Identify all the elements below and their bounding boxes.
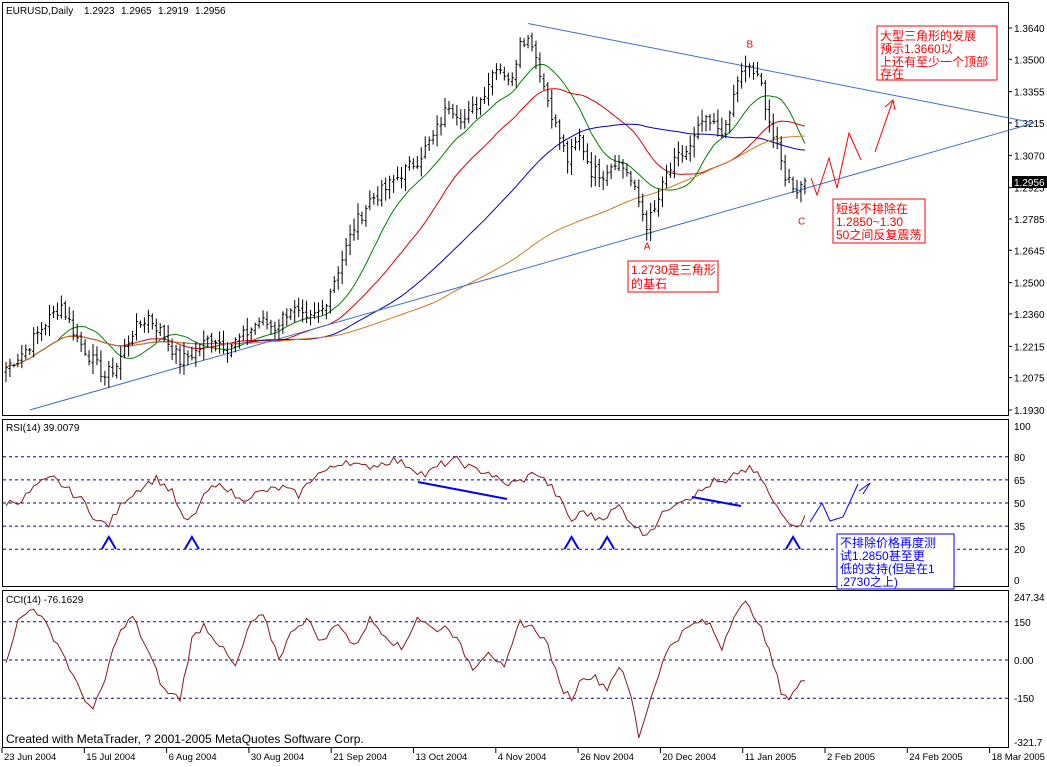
price-tick-label: 1.2500 [1014, 279, 1045, 290]
time-tick-label: 2 Feb 2005 [827, 752, 875, 762]
rsi-tick-label: 50 [1014, 499, 1026, 510]
time-tick-label: 6 Aug 2004 [169, 752, 217, 762]
time-tick-label: 30 Aug 2004 [251, 752, 304, 762]
ohlc-close: 1.2956 [195, 6, 226, 17]
ohlc-open: 1.2923 [84, 6, 115, 17]
rsi-tick-label: 80 [1014, 453, 1026, 464]
price-tick-label: 1.2075 [1014, 374, 1045, 385]
current-price-label: 1.2956 [1014, 178, 1045, 189]
cci-title: CCI(14) -76.1629 [6, 595, 84, 606]
time-tick-label: 11 Jan 2005 [745, 752, 797, 762]
time-tick-label: 20 Dec 2004 [662, 752, 716, 762]
rsi-tick-label: 35 [1014, 522, 1026, 533]
rsi-tick-label: 20 [1014, 545, 1026, 556]
time-tick-label: 13 Oct 2004 [416, 752, 468, 762]
time-tick-label: 18 Mar 2005 [992, 752, 1045, 762]
ohlc-high: 1.2965 [121, 6, 152, 17]
price-tick-label: 1.3640 [1014, 24, 1045, 35]
cci-tick-label: 247.34 [1014, 593, 1045, 604]
cci-tick-label: 150 [1014, 618, 1031, 629]
price-tick-label: 1.2785 [1014, 215, 1045, 226]
cci-tick-label: -150 [1014, 694, 1034, 705]
marker-b: B [747, 40, 754, 51]
time-tick-label: 23 Jun 2004 [4, 752, 56, 762]
price-tick-label: 1.2215 [1014, 342, 1045, 353]
price-tick-label: 1.3070 [1014, 151, 1045, 162]
price-tick-label: 1.2645 [1014, 246, 1045, 257]
price-tick-label: 1.2360 [1014, 310, 1045, 321]
rsi-tick-label: 0 [1014, 576, 1020, 587]
ohlc-low: 1.2919 [158, 6, 189, 17]
metatrader-chart-window: 1.36401.35001.33551.32151.30701.29251.27… [0, 0, 1047, 763]
time-tick-label: 26 Nov 2004 [580, 752, 634, 762]
price-tick-label: 1.3500 [1014, 55, 1045, 66]
symbol-title: EURUSD,Daily [6, 6, 73, 17]
marker-c: C [798, 217, 805, 228]
cci-tick-label: -321.7 [1014, 738, 1043, 749]
cci-tick-label: 0.00 [1014, 656, 1034, 667]
footer-credit: Created with MetaTrader, ? 2001-2005 Met… [6, 732, 364, 746]
rsi-tick-label: 65 [1014, 476, 1026, 487]
time-tick-label: 24 Feb 2005 [909, 752, 962, 762]
price-tick-label: 1.1930 [1014, 406, 1045, 417]
time-tick-label: 15 Jul 2004 [86, 752, 135, 762]
time-tick-label: 21 Sep 2004 [333, 752, 387, 762]
chart-canvas[interactable]: 1.36401.35001.33551.32151.30701.29251.27… [0, 0, 1047, 763]
time-tick-label: 4 Nov 2004 [498, 752, 547, 762]
marker-a: A [644, 241, 651, 252]
price-tick-label: 1.3355 [1014, 88, 1045, 99]
rsi-title: RSI(14) 39.0079 [6, 423, 80, 434]
rsi-tick-label: 100 [1014, 422, 1031, 433]
